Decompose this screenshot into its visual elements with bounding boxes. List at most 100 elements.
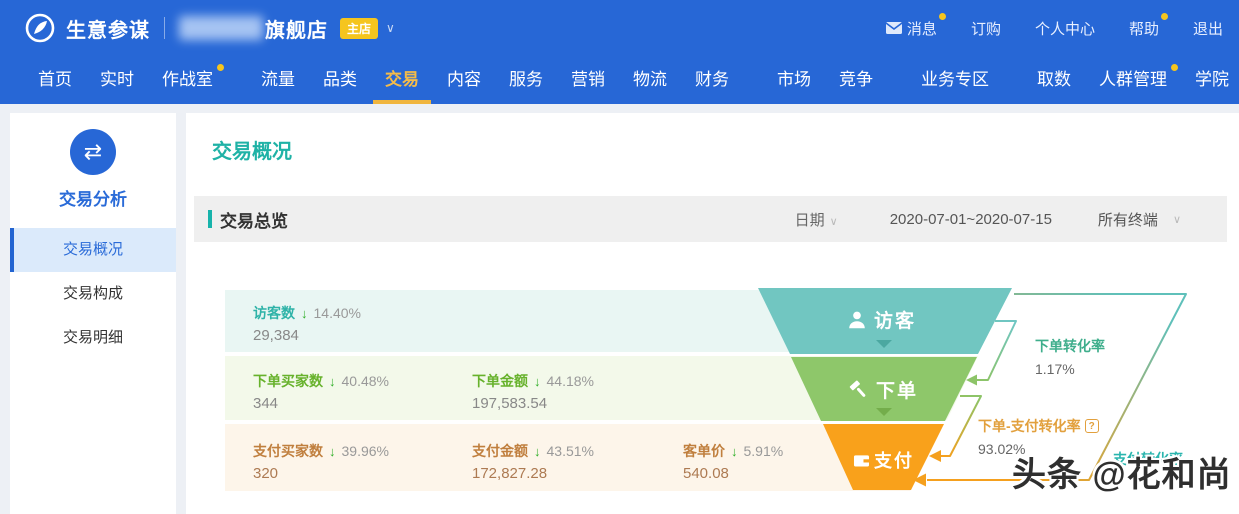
conversion-label: 下单转化率: [1035, 336, 1105, 356]
section-header: 交易总览 日期 ∨ 2020-07-01~2020-07-15 所有终端 ∨: [194, 196, 1227, 242]
date-range-picker[interactable]: 2020-07-01~2020-07-15: [890, 211, 1052, 228]
metric-label: 支付买家数: [253, 441, 323, 461]
chevron-down-icon: ∨: [830, 216, 838, 228]
messages-link[interactable]: 消息: [886, 18, 937, 39]
person-icon: [846, 309, 868, 331]
nav-realtime[interactable]: 实时: [86, 56, 148, 104]
notification-dot: [217, 64, 224, 71]
gavel-icon: [848, 379, 870, 401]
funnel-label-payment: 支付: [852, 447, 914, 473]
metric-value: 540.08: [683, 465, 783, 482]
help-link[interactable]: 帮助: [1129, 18, 1159, 39]
metric-value: 29,384: [253, 327, 361, 344]
divider: [164, 17, 165, 39]
nav-audience-label: 人群管理: [1099, 70, 1167, 89]
metric-order-buyers: 下单买家数 ↓ 40.48% 344: [253, 371, 389, 412]
section-accent-bar: [208, 210, 212, 228]
metric-change: 5.91%: [744, 443, 784, 459]
funnel-label-visitor: 访客: [846, 306, 916, 333]
subscribe-label: 订购: [971, 18, 1001, 39]
metric-avg-order-value: 客单价 ↓ 5.91% 540.08: [683, 441, 783, 482]
nav-category[interactable]: 品类: [309, 56, 371, 104]
terminal-filter-label: 所有终端: [1098, 212, 1158, 229]
nav-home[interactable]: 首页: [24, 56, 86, 104]
wallet-icon: [852, 451, 871, 470]
stage-name: 访客: [874, 306, 916, 333]
nav-academy[interactable]: 学院: [1181, 56, 1239, 104]
down-arrow-icon: ↓: [534, 374, 541, 389]
shop-name: 旗舰店: [265, 14, 328, 43]
down-arrow-icon: ↓: [301, 306, 308, 321]
nav-war-room[interactable]: 作战室: [148, 56, 227, 104]
funnel-label-order: 下单: [848, 376, 918, 403]
down-arrow-icon: ↓: [731, 444, 738, 459]
shop-name-censored: [179, 16, 263, 40]
logout-link[interactable]: 退出: [1193, 18, 1223, 39]
notification-dot: [1161, 13, 1168, 20]
sycm-dashboard: 生意参谋 旗舰店 主店 ∨ 消息 订购 个人中心 帮助 退出 首页 实时 作战室…: [0, 0, 1239, 514]
watermark: 头条 @花和尚: [1012, 447, 1232, 496]
metric-value: 320: [253, 465, 389, 482]
nav-finance[interactable]: 财务: [681, 56, 743, 104]
shop-switch-chevron-icon[interactable]: ∨: [386, 21, 395, 35]
stage-name: 支付: [874, 447, 914, 473]
nav-data-fetch[interactable]: 取数: [1023, 56, 1085, 104]
sidebar-item-trade-composition[interactable]: 交易构成: [10, 272, 176, 316]
nav-marketing[interactable]: 营销: [557, 56, 619, 104]
metric-pay-buyers: 支付买家数 ↓ 39.96% 320: [253, 441, 389, 482]
topbar-menu: 消息 订购 个人中心 帮助 退出: [886, 18, 1223, 39]
subscribe-link[interactable]: 订购: [971, 18, 1001, 39]
metric-value: 344: [253, 395, 389, 412]
personal-center-link[interactable]: 个人中心: [1035, 18, 1095, 39]
nav-traffic[interactable]: 流量: [247, 56, 309, 104]
nav-war-room-label: 作战室: [162, 70, 213, 89]
nav-audience[interactable]: 人群管理: [1085, 56, 1181, 104]
terminal-filter-dropdown[interactable]: 所有终端: [1098, 209, 1158, 230]
nav-market[interactable]: 市场: [763, 56, 825, 104]
section-controls: 日期 ∨ 2020-07-01~2020-07-15 所有终端 ∨: [795, 209, 1227, 230]
nav-competition[interactable]: 竞争: [825, 56, 887, 104]
conversion-order: 下单转化率 1.17%: [1035, 336, 1105, 377]
sycm-logo-icon: [24, 12, 56, 44]
nav-service[interactable]: 服务: [495, 56, 557, 104]
brand-name: 生意参谋: [66, 14, 150, 43]
sidebar-title: 交易分析: [10, 185, 176, 210]
sidebar: ⇄ 交易分析 交易概况 交易构成 交易明细: [10, 113, 176, 514]
conversion-value: 1.17%: [1035, 361, 1105, 377]
metric-change: 14.40%: [314, 305, 361, 321]
help-icon[interactable]: ?: [1085, 419, 1099, 433]
sidebar-item-trade-detail[interactable]: 交易明细: [10, 316, 176, 360]
chevron-down-icon[interactable]: ∨: [1173, 213, 1181, 226]
main-nav: 首页 实时 作战室 流量 品类 交易 内容 服务 营销 物流 财务 市场 竞争 …: [0, 56, 1239, 104]
nav-transaction[interactable]: 交易: [371, 56, 433, 104]
main-store-badge: 主店: [340, 18, 378, 39]
sidebar-menu: 交易概况 交易构成 交易明细: [10, 228, 176, 360]
metric-change: 40.48%: [342, 373, 389, 389]
metric-label: 下单买家数: [253, 371, 323, 391]
personal-center-label: 个人中心: [1035, 18, 1095, 39]
metric-value: 172,827.28: [472, 465, 594, 482]
down-arrow-icon: ↓: [329, 374, 336, 389]
notification-dot: [939, 13, 946, 20]
metric-label: 客单价: [683, 441, 725, 461]
metric-change: 43.51%: [547, 443, 594, 459]
metric-value: 197,583.54: [472, 395, 594, 412]
nav-content[interactable]: 内容: [433, 56, 495, 104]
nav-business-zone[interactable]: 业务专区: [907, 56, 1003, 104]
section-title: 交易总览: [220, 207, 288, 232]
date-type-label: 日期: [795, 212, 825, 229]
nav-logistics[interactable]: 物流: [619, 56, 681, 104]
metric-visitors: 访客数↓14.40% 29,384: [253, 303, 361, 344]
down-arrow-icon: ↓: [329, 444, 336, 459]
help-label: 帮助: [1129, 18, 1159, 39]
metric-label: 支付金额: [472, 441, 528, 461]
stage-name: 下单: [876, 376, 918, 403]
page-title: 交易概况: [212, 135, 292, 164]
sidebar-item-trade-overview[interactable]: 交易概况: [10, 228, 176, 272]
messages-label: 消息: [907, 18, 937, 39]
mail-icon: [886, 22, 902, 34]
metric-change: 39.96%: [342, 443, 389, 459]
notification-dot: [1171, 64, 1178, 71]
metric-pay-amount: 支付金额↓43.51% 172,827.28: [472, 441, 594, 482]
date-type-dropdown[interactable]: 日期 ∨: [795, 209, 838, 230]
